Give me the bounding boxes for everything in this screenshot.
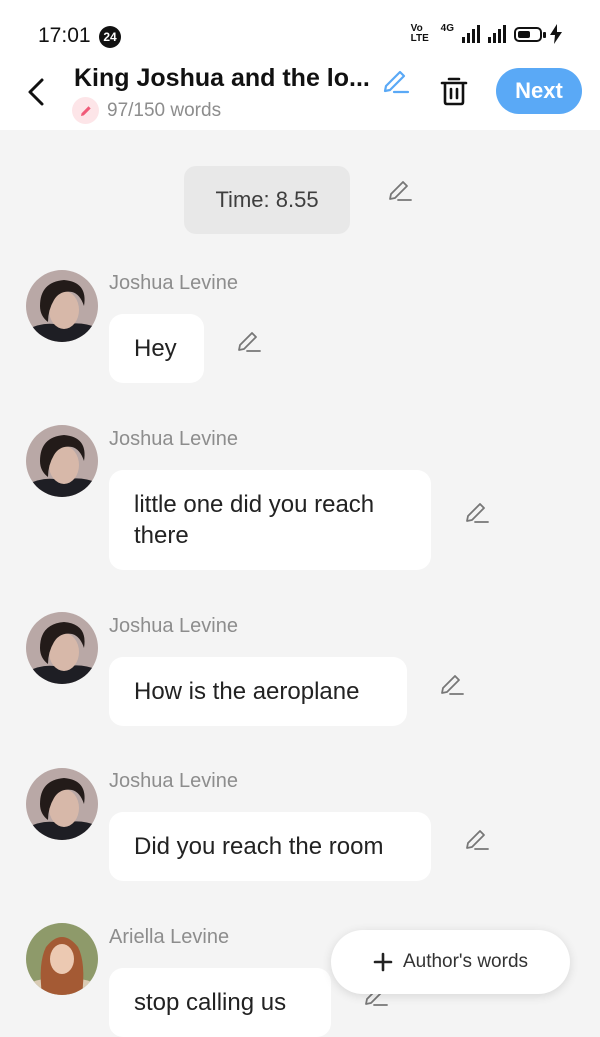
chat-header: King Joshua and the lo... 97/150 words N… [0, 58, 600, 130]
message-bubble[interactable]: stop calling us [109, 968, 331, 1037]
network-type: 4G [440, 22, 454, 34]
pencil-icon [441, 675, 464, 695]
message-sender: Joshua Levine [109, 770, 238, 792]
joshua-avatar-image [26, 612, 98, 684]
battery-icon [514, 26, 546, 42]
status-time: 17:01 [38, 24, 91, 47]
joshua-avatar-image [26, 270, 98, 342]
message-sender: Joshua Levine [109, 615, 238, 637]
avatar[interactable] [26, 612, 98, 684]
avatar[interactable] [26, 923, 98, 995]
signal-icon [462, 25, 480, 43]
message-bubble[interactable]: Did you reach the room [109, 812, 431, 881]
time-marker[interactable]: Time: 8.55 [184, 166, 350, 234]
message-sender: Ariella Levine [109, 926, 230, 948]
edit-title-button[interactable] [380, 64, 412, 96]
back-arrow-icon [28, 78, 44, 106]
authors-words-label: Author's words [402, 951, 529, 972]
message-bubble[interactable]: Hey [109, 314, 204, 383]
avatar[interactable] [26, 270, 98, 342]
message-bubble[interactable]: How is the aeroplane [109, 657, 407, 726]
avatar[interactable] [26, 768, 98, 840]
pencil-icon [238, 332, 261, 352]
trash-icon [440, 77, 468, 106]
ariella-avatar-image [26, 923, 98, 995]
word-counter: 97/150 words [72, 97, 221, 124]
status-icons: Vo LTE 4G [410, 22, 562, 44]
message-sender: Joshua Levine [109, 272, 238, 294]
signal-icon [488, 25, 506, 43]
pencil-icon [383, 70, 410, 94]
chat-title[interactable]: King Joshua and the lo... [74, 64, 374, 93]
delete-button[interactable] [436, 72, 472, 108]
avatar[interactable] [26, 425, 98, 497]
edit-message-button[interactable] [438, 669, 466, 697]
next-button[interactable]: Next [496, 68, 582, 114]
back-button[interactable] [22, 72, 54, 112]
volte-indicator: Vo LTE [410, 23, 429, 44]
pencil-icon [389, 181, 412, 201]
pencil-icon [466, 830, 489, 850]
edit-message-button[interactable] [235, 326, 263, 354]
edit-time-button[interactable] [386, 175, 414, 203]
joshua-avatar-image [26, 768, 98, 840]
authors-words-button[interactable]: Author's words [331, 930, 570, 994]
word-count-text: 97/150 words [107, 99, 222, 121]
status-bar: 17:01 24 Vo LTE 4G [0, 0, 600, 66]
edit-message-button[interactable] [463, 824, 491, 852]
edit-message-button[interactable] [463, 497, 491, 525]
plus-icon [373, 952, 393, 972]
word-count-pencil-icon [72, 97, 99, 124]
pencil-icon [466, 503, 489, 523]
charging-icon [550, 24, 562, 44]
message-bubble[interactable]: little one did you reach there [109, 470, 431, 570]
message-sender: Joshua Levine [109, 428, 238, 450]
notification-badge: 24 [99, 26, 121, 48]
joshua-avatar-image [26, 425, 98, 497]
